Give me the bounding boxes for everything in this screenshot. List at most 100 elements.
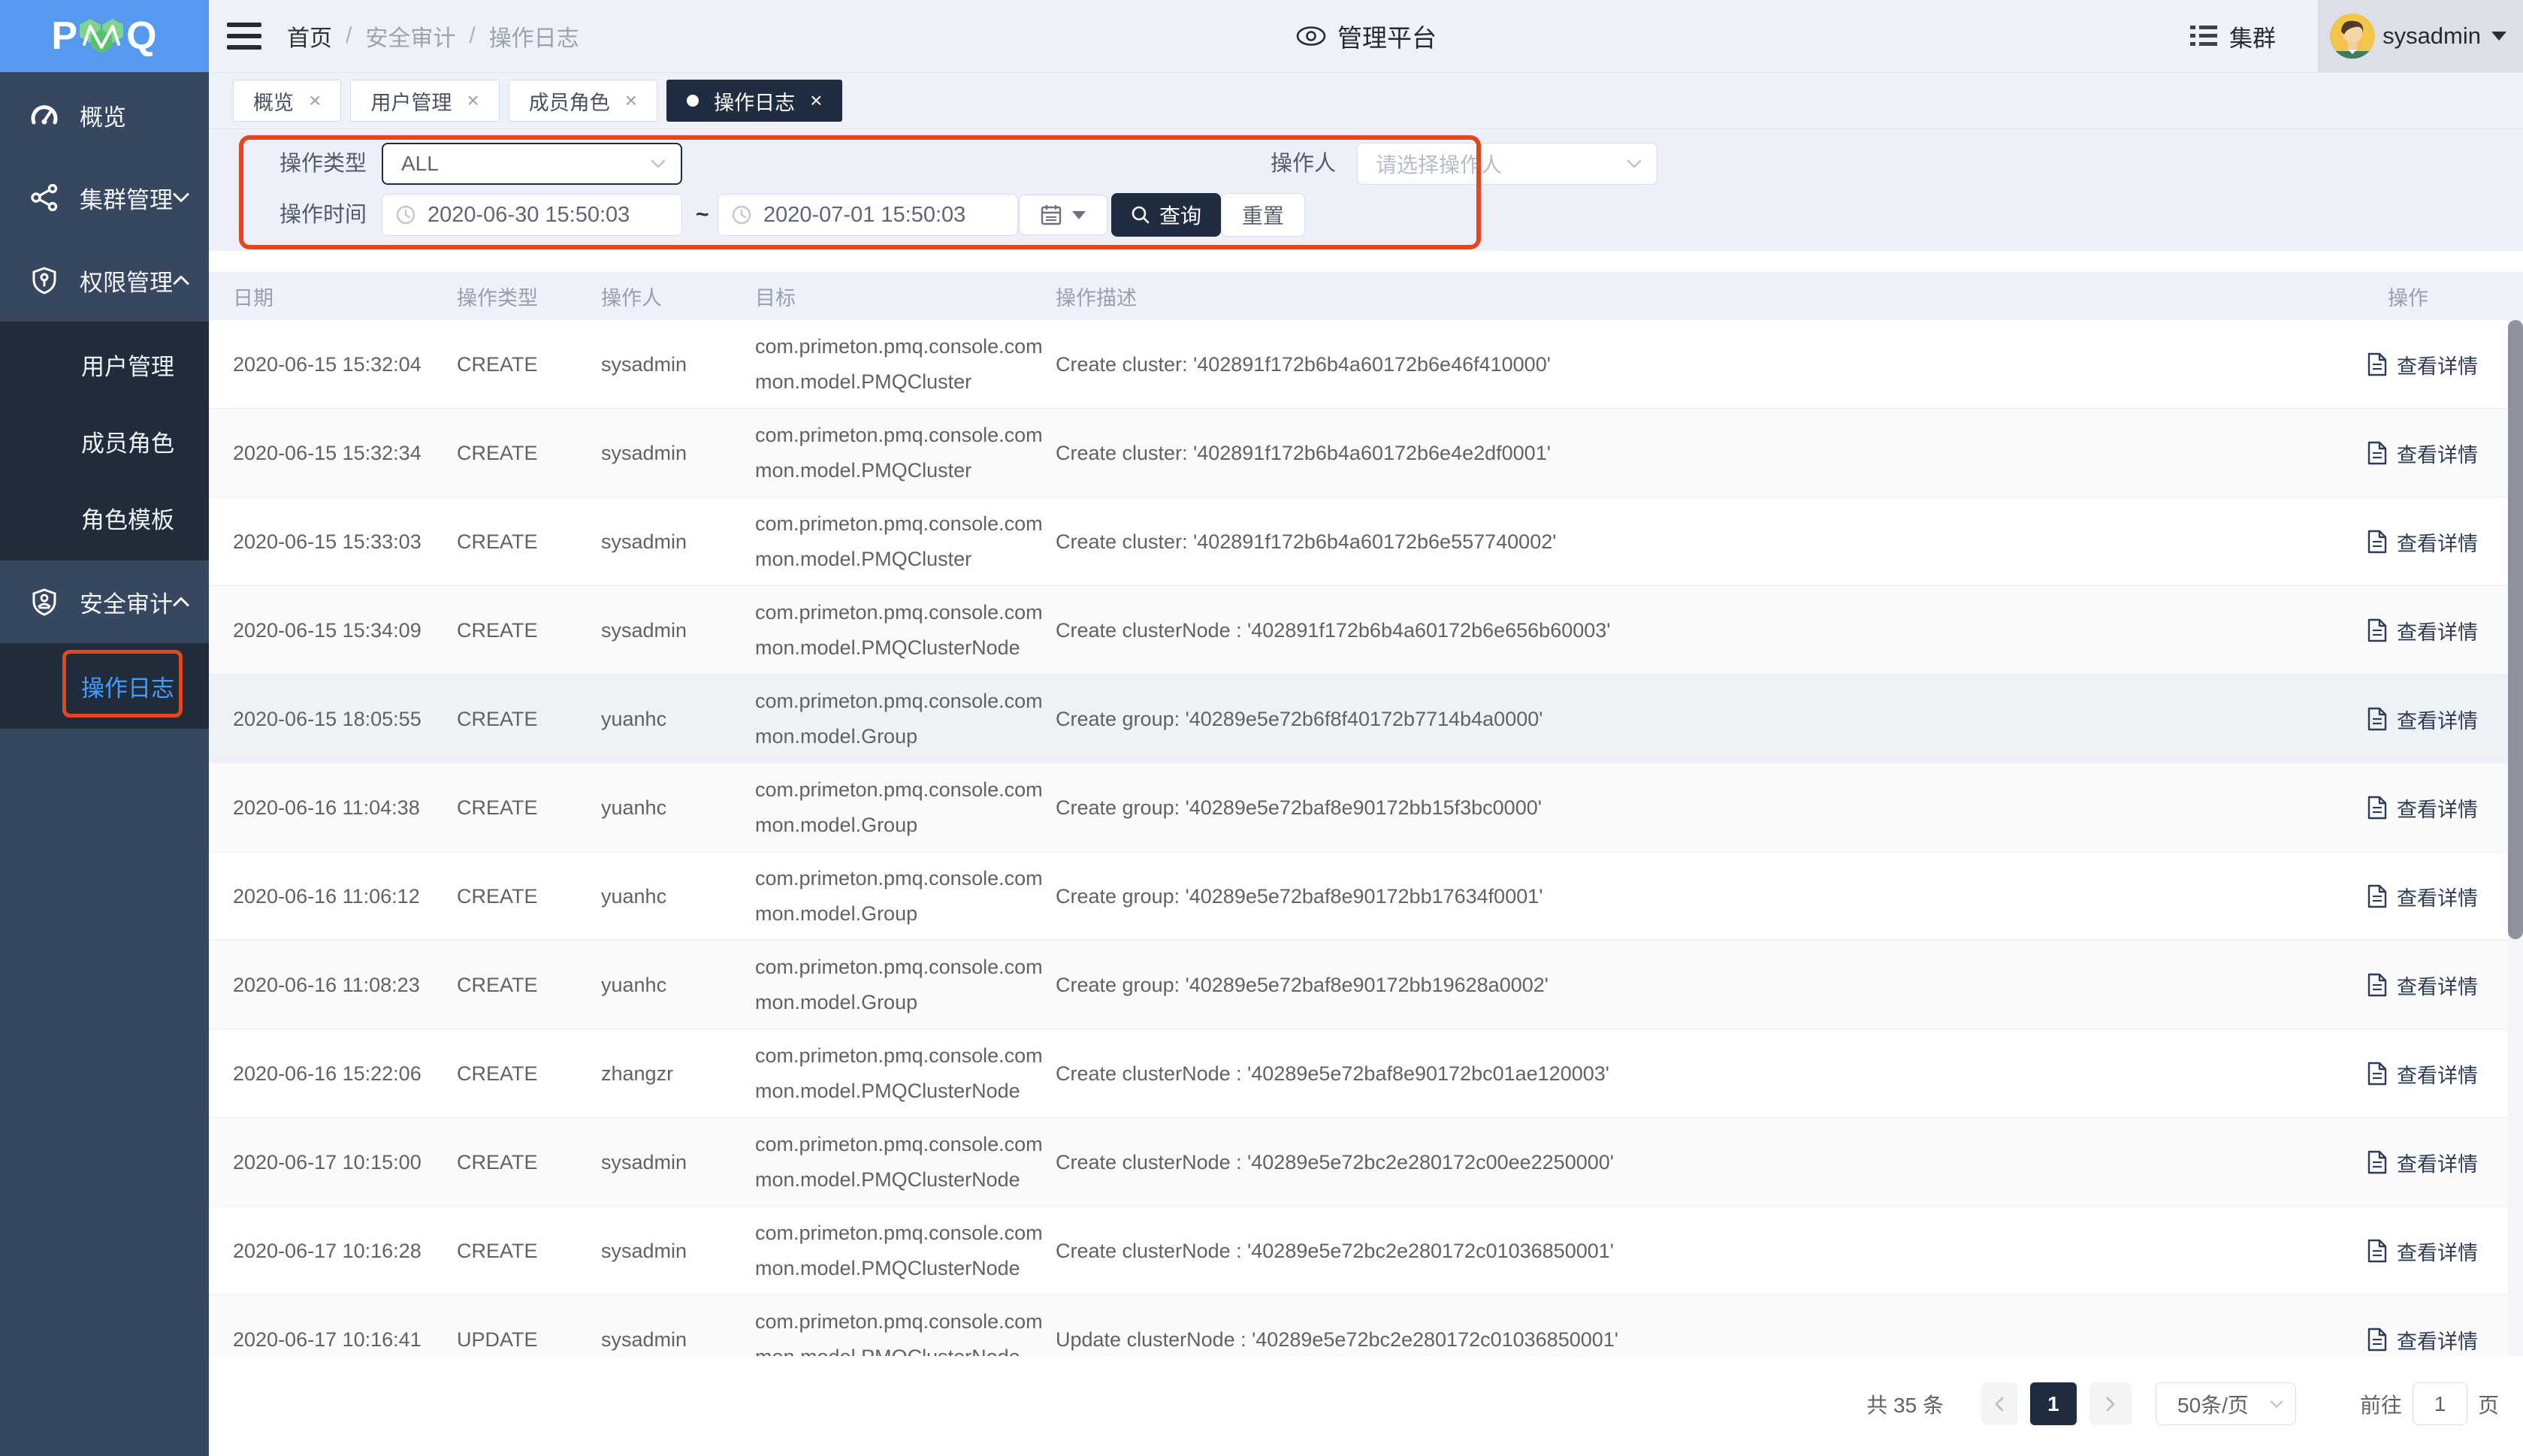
cell-target: com.primeton.pmq.console.common.model.PM… bbox=[755, 1295, 1048, 1356]
document-icon bbox=[2367, 1150, 2388, 1174]
scrollbar-thumb[interactable] bbox=[2508, 320, 2523, 939]
shield-user-icon bbox=[30, 588, 59, 616]
sidebar-item-overview[interactable]: 概览 bbox=[0, 74, 209, 156]
table-row: 2020-06-15 15:34:09CREATEsysadmincom.pri… bbox=[209, 586, 2523, 675]
close-icon[interactable]: × bbox=[625, 90, 637, 111]
cell-target: com.primeton.pmq.console.common.model.Gr… bbox=[755, 941, 1048, 1029]
close-icon[interactable]: × bbox=[467, 90, 479, 111]
close-icon[interactable]: × bbox=[810, 90, 822, 111]
view-details-link[interactable]: 查看详情 bbox=[2367, 497, 2509, 586]
logo-hexagon-icon bbox=[78, 14, 126, 58]
close-icon[interactable]: × bbox=[309, 90, 321, 111]
view-details-label: 查看详情 bbox=[2397, 1148, 2478, 1177]
sidebar-item-role-templates[interactable]: 角色模板 bbox=[0, 479, 209, 556]
list-icon bbox=[2190, 25, 2217, 47]
cell-operation-type: CREATE bbox=[457, 1029, 592, 1118]
cluster-switcher[interactable]: 集群 bbox=[2190, 20, 2276, 53]
calendar-dropdown-button[interactable] bbox=[1019, 195, 1107, 235]
reset-button[interactable]: 重置 bbox=[1221, 193, 1305, 237]
tab-overview[interactable]: 概览 × bbox=[233, 80, 341, 122]
cell-target: com.primeton.pmq.console.common.model.PM… bbox=[755, 409, 1048, 497]
cell-target: com.primeton.pmq.console.common.model.PM… bbox=[755, 1118, 1048, 1207]
tab-operation-log[interactable]: 操作日志 × bbox=[666, 80, 842, 122]
table-row: 2020-06-17 10:16:28CREATEsysadmincom.pri… bbox=[209, 1207, 2523, 1295]
pagination-bar: 共 35 条 1 50条/页 前往 页 bbox=[209, 1356, 2523, 1456]
time-from-input-wrap bbox=[382, 194, 682, 236]
breadcrumb-home[interactable]: 首页 bbox=[287, 20, 332, 53]
document-icon bbox=[2367, 1328, 2388, 1352]
sidebar-item-label: 概览 bbox=[80, 98, 126, 132]
time-from-input[interactable] bbox=[426, 202, 668, 228]
cell-date: 2020-06-17 10:15:00 bbox=[233, 1118, 451, 1207]
cell-date: 2020-06-16 11:04:38 bbox=[233, 763, 451, 852]
cell-operator: sysadmin bbox=[601, 1295, 748, 1356]
time-to-input[interactable] bbox=[762, 202, 1004, 228]
top-header: 首页 / 安全审计 / 操作日志 管理平台 集群 bbox=[209, 0, 2523, 73]
col-operator: 操作人 bbox=[601, 282, 662, 311]
view-details-link[interactable]: 查看详情 bbox=[2367, 320, 2509, 409]
table-body: 2020-06-15 15:32:04CREATEsysadmincom.pri… bbox=[209, 320, 2523, 1356]
sidebar-item-member-roles[interactable]: 成员角色 bbox=[0, 403, 209, 479]
view-details-link[interactable]: 查看详情 bbox=[2367, 1118, 2509, 1207]
sidebar-item-security-audit[interactable]: 安全审计 bbox=[0, 560, 209, 643]
view-details-link[interactable]: 查看详情 bbox=[2367, 409, 2509, 497]
view-details-link[interactable]: 查看详情 bbox=[2367, 941, 2509, 1029]
operation-log-table: 日期 操作类型 操作人 目标 操作描述 操作 2020-06-15 15:32:… bbox=[209, 251, 2523, 1356]
view-details-link[interactable]: 查看详情 bbox=[2367, 1029, 2509, 1118]
cell-description: Create clusterNode : '40289e5e72baf8e901… bbox=[1056, 1029, 2348, 1118]
range-separator: ~ bbox=[696, 194, 709, 236]
user-menu[interactable]: sysadmin bbox=[2318, 0, 2523, 72]
view-details-link[interactable]: 查看详情 bbox=[2367, 675, 2509, 763]
eye-icon bbox=[1295, 26, 1327, 47]
tab-member-roles[interactable]: 成员角色 × bbox=[509, 80, 657, 122]
caret-down-icon bbox=[2491, 32, 2506, 41]
clock-icon bbox=[732, 205, 751, 225]
operation-type-select[interactable]: ALL bbox=[382, 143, 682, 185]
scrollbar-track[interactable] bbox=[2508, 320, 2523, 1356]
cell-date: 2020-06-15 15:33:03 bbox=[233, 497, 451, 586]
cell-target: com.primeton.pmq.console.common.model.PM… bbox=[755, 497, 1048, 586]
cell-target: com.primeton.pmq.console.common.model.Gr… bbox=[755, 763, 1048, 852]
shield-key-icon bbox=[30, 266, 59, 295]
cell-operation-type: CREATE bbox=[457, 1207, 592, 1295]
prev-page-button[interactable] bbox=[1981, 1382, 2017, 1425]
chevron-down-icon bbox=[2270, 1400, 2283, 1408]
cell-operator: sysadmin bbox=[601, 320, 748, 409]
tab-user-mgmt[interactable]: 用户管理 × bbox=[350, 80, 499, 122]
view-details-link[interactable]: 查看详情 bbox=[2367, 586, 2509, 675]
view-details-label: 查看详情 bbox=[2397, 350, 2478, 379]
cell-operator: sysadmin bbox=[601, 586, 748, 675]
page-size-select[interactable]: 50条/页 bbox=[2156, 1382, 2296, 1425]
view-details-link[interactable]: 查看详情 bbox=[2367, 1207, 2509, 1295]
view-details-link[interactable]: 查看详情 bbox=[2367, 763, 2509, 852]
total-count: 共 35 条 bbox=[1866, 1389, 1944, 1419]
document-icon bbox=[2367, 352, 2388, 376]
hamburger-menu-icon[interactable] bbox=[227, 23, 261, 50]
caret-down-icon bbox=[1072, 211, 1086, 219]
next-page-button[interactable] bbox=[2089, 1382, 2132, 1425]
cell-target: com.primeton.pmq.console.common.model.PM… bbox=[755, 1029, 1048, 1118]
sidebar-item-user-mgmt[interactable]: 用户管理 bbox=[0, 326, 209, 403]
goto-page-input[interactable] bbox=[2413, 1382, 2467, 1425]
cell-description: Create clusterNode : '40289e5e72bc2e2801… bbox=[1056, 1207, 2348, 1295]
cell-operator: sysadmin bbox=[601, 409, 748, 497]
document-icon bbox=[2367, 1062, 2388, 1086]
breadcrumb-security-audit[interactable]: 安全审计 bbox=[365, 20, 455, 53]
sidebar-item-permission-mgmt[interactable]: 权限管理 bbox=[0, 239, 209, 322]
page-number-button[interactable]: 1 bbox=[2030, 1382, 2077, 1425]
cell-operator: yuanhc bbox=[601, 941, 748, 1029]
search-button[interactable]: 查询 bbox=[1111, 193, 1221, 237]
view-details-label: 查看详情 bbox=[2397, 527, 2478, 557]
cell-date: 2020-06-15 15:32:34 bbox=[233, 409, 451, 497]
operator-select[interactable]: 请选择操作人 bbox=[1357, 143, 1657, 185]
breadcrumb-operation-log: 操作日志 bbox=[489, 20, 579, 53]
table-row: 2020-06-15 15:33:03CREATEsysadmincom.pri… bbox=[209, 497, 2523, 586]
gauge-icon bbox=[30, 101, 59, 129]
tab-bar: 概览 × 用户管理 × 成员角色 × 操作日志 × bbox=[209, 73, 2523, 129]
sidebar-item-cluster-mgmt[interactable]: 集群管理 bbox=[0, 156, 209, 239]
table-row: 2020-06-17 10:16:41UPDATEsysadmincom.pri… bbox=[209, 1295, 2523, 1356]
view-details-link[interactable]: 查看详情 bbox=[2367, 852, 2509, 941]
view-details-link[interactable]: 查看详情 bbox=[2367, 1295, 2509, 1356]
sidebar-item-operation-log[interactable]: 操作日志 bbox=[0, 648, 209, 724]
cell-operation-type: CREATE bbox=[457, 497, 592, 586]
